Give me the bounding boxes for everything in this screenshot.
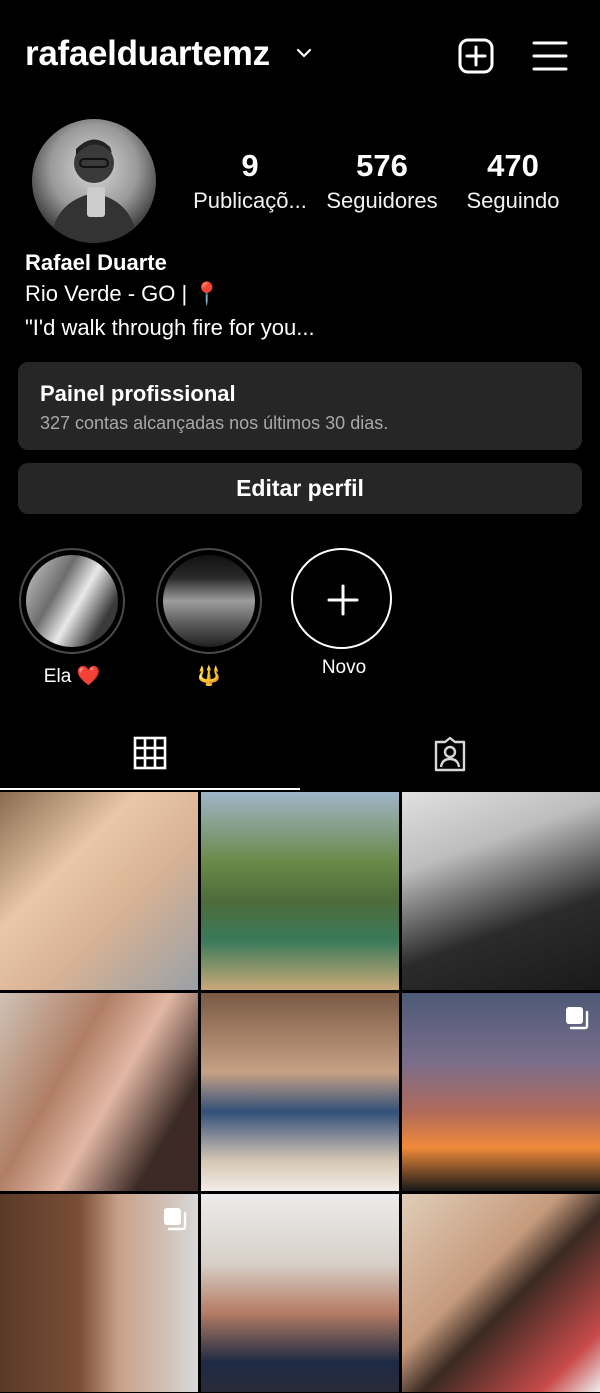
posts-label: Publicaçõ... <box>193 188 307 213</box>
pro-panel-title: Painel profissional <box>40 381 236 406</box>
following-count[interactable]: 470 Seguindo <box>458 148 568 218</box>
carousel-icon <box>566 1007 589 1030</box>
avatar-photo <box>50 139 138 243</box>
username[interactable]: rafaelduartemz <box>25 34 270 74</box>
chevron-down-icon[interactable] <box>295 46 313 60</box>
tab-tagged[interactable] <box>300 718 600 790</box>
highlight-label: Novo <box>321 657 367 678</box>
highlight-label: 🔱 <box>197 666 221 687</box>
new-highlight-ring <box>291 548 392 649</box>
post-thumbnail[interactable] <box>201 1194 399 1392</box>
post-thumbnail[interactable] <box>201 993 399 1191</box>
profile-header: rafaelduartemz <box>0 0 600 110</box>
highlight-cover <box>163 555 255 647</box>
carousel-icon <box>164 1208 187 1231</box>
plus-icon <box>327 584 359 616</box>
followers-label: Seguidores <box>326 188 438 213</box>
post-thumbnail[interactable] <box>402 993 600 1191</box>
post-thumbnail[interactable] <box>0 1194 198 1392</box>
professional-dashboard[interactable]: Painel profissional 327 contas alcançada… <box>18 362 582 450</box>
bio-location: Rio Verde - GO | 📍 <box>25 281 221 306</box>
display-name: Rafael Duarte <box>25 250 167 275</box>
posts-number: 9 <box>241 148 259 183</box>
tab-posts-grid[interactable] <box>0 718 300 790</box>
post-thumbnail[interactable] <box>201 792 399 990</box>
grid-icon <box>133 736 167 770</box>
tagged-person-icon <box>434 736 466 772</box>
highlight-cover <box>26 555 118 647</box>
following-number: 470 <box>487 148 539 183</box>
profile-avatar[interactable] <box>32 119 156 243</box>
post-thumbnail[interactable] <box>402 792 600 990</box>
hamburger-menu-icon[interactable] <box>532 40 568 72</box>
highlight-ring <box>19 548 125 654</box>
followers-number: 576 <box>356 148 408 183</box>
active-tab-indicator <box>0 788 300 790</box>
following-label: Seguindo <box>466 188 560 213</box>
edit-profile-button[interactable]: Editar perfil <box>18 463 582 514</box>
profile-tabs <box>0 718 600 790</box>
post-thumbnail[interactable] <box>0 993 198 1191</box>
new-highlight-button[interactable]: Novo <box>291 548 397 679</box>
posts-count[interactable]: 9 Publicaçõ... <box>186 148 314 218</box>
pro-panel-subtitle: 327 contas alcançadas nos últimos 30 dia… <box>40 413 389 433</box>
highlight-ela[interactable]: Ela ❤️ <box>19 548 125 688</box>
highlight-ring <box>156 548 262 654</box>
highlight-trident[interactable]: 🔱 <box>156 548 262 688</box>
bio-quote[interactable]: "I'd walk through fire for you... <box>25 315 315 341</box>
plus-square-icon[interactable] <box>458 38 494 74</box>
followers-count[interactable]: 576 Seguidores <box>320 148 444 218</box>
post-thumbnail[interactable] <box>402 1194 600 1392</box>
highlight-label: Ela ❤️ <box>43 666 101 687</box>
post-thumbnail[interactable] <box>0 792 198 990</box>
